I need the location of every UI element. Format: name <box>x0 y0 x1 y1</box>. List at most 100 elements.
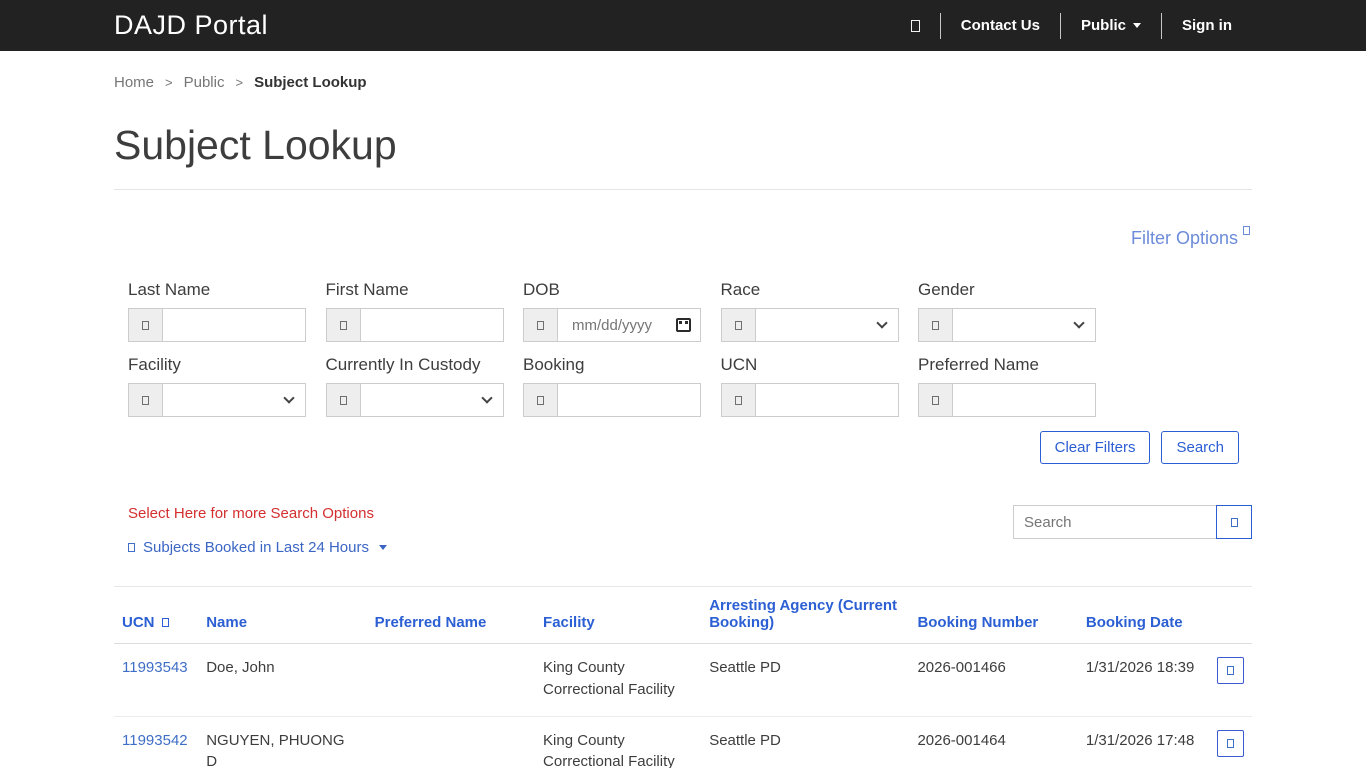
filter-options-label: Filter Options <box>1130 228 1238 248</box>
left-actions: Select Here for more Search Options Subj… <box>128 505 387 556</box>
field-label: UCN <box>720 355 758 374</box>
field-ucn: UCN <box>720 355 899 417</box>
chevron-down-icon <box>875 317 888 329</box>
navbar-search-button[interactable] <box>891 19 940 32</box>
sort-icon <box>161 618 169 627</box>
field-last-name: Last Name <box>128 280 306 342</box>
field-addon <box>523 308 557 342</box>
preferred-name-input[interactable] <box>952 383 1096 417</box>
breadcrumb-current: Subject Lookup <box>254 74 367 91</box>
cell-facility: King County Correctional Facility <box>543 659 675 698</box>
breadcrumb-separator: > <box>165 75 173 90</box>
cell-name: NGUYEN, PHUONG D <box>206 731 345 768</box>
chevron-down-icon <box>480 392 493 404</box>
results-search-button[interactable] <box>1216 505 1252 539</box>
table-row: 11993542 NGUYEN, PHUONG D King County Co… <box>114 716 1252 768</box>
details-icon <box>1226 738 1234 748</box>
chevron-down-icon <box>1073 317 1085 329</box>
last-name-input[interactable] <box>162 308 306 342</box>
results-table: UCN Name Preferred Name Facility Arresti… <box>114 586 1252 768</box>
breadcrumb: Home > Public > Subject Lookup <box>114 74 1252 91</box>
header-ucn-label: UCN <box>122 614 155 631</box>
filter-form: Last Name First Name DOB mm/dd/yyyy Race… <box>128 280 1096 417</box>
booking-input[interactable] <box>557 383 701 417</box>
facility-select[interactable] <box>162 383 306 417</box>
dob-input[interactable] <box>566 316 676 334</box>
more-search-options-link[interactable]: Select Here for more Search Options <box>128 505 387 522</box>
cell-preferred-name <box>367 716 535 768</box>
field-addon <box>325 383 360 417</box>
field-label: Booking <box>523 355 585 374</box>
cell-arresting-agency: Seattle PD <box>709 659 781 676</box>
field-preferred-name: Preferred Name <box>918 355 1096 417</box>
top-navbar: DAJD Portal Contact Us Public Sign in <box>0 0 1366 51</box>
cell-booking-number: 2026-001466 <box>917 659 1006 676</box>
ucn-input[interactable] <box>754 383 899 417</box>
field-label: Currently In Custody <box>325 355 481 374</box>
page-title: Subject Lookup <box>114 122 397 168</box>
header-facility[interactable]: Facility <box>535 587 701 644</box>
field-addon <box>325 308 360 342</box>
cell-arresting-agency: Seattle PD <box>709 731 781 749</box>
breadcrumb-public[interactable]: Public <box>184 74 225 91</box>
field-currently-in-custody: Currently In Custody <box>325 355 504 417</box>
breadcrumb-separator: > <box>235 75 244 90</box>
header-booking-number[interactable]: Booking Number <box>909 587 1077 644</box>
first-name-input[interactable] <box>359 308 504 342</box>
cell-booking-date: 1/31/2026 17:48 <box>1085 731 1195 749</box>
booked-last-24-hours-label: Subjects Booked in Last 24 Hours <box>143 539 369 556</box>
header-actions <box>1209 587 1252 644</box>
title-divider <box>114 189 1252 190</box>
ucn-link[interactable]: 11993543 <box>122 659 188 676</box>
header-preferred-name[interactable]: Preferred Name <box>367 587 535 644</box>
race-select[interactable] <box>754 308 899 342</box>
person-icon <box>339 320 347 330</box>
header-ucn[interactable]: UCN <box>114 587 198 644</box>
filter-options-toggle[interactable]: Filter Options <box>1130 226 1250 249</box>
field-addon <box>918 308 952 342</box>
field-label: Last Name <box>128 280 211 299</box>
field-dob: DOB <box>523 280 701 342</box>
clear-filters-button[interactable]: Clear Filters <box>1039 431 1151 464</box>
nav-public-dropdown[interactable]: Public <box>1061 17 1161 34</box>
field-addon <box>720 383 755 417</box>
results-search-input[interactable] <box>1013 505 1216 539</box>
cell-preferred-name <box>367 644 535 717</box>
breadcrumb-home[interactable]: Home <box>114 74 154 91</box>
cell-facility: King County Correctional Facility <box>543 731 675 768</box>
chevron-down-icon <box>283 392 295 404</box>
header-name[interactable]: Name <box>198 587 366 644</box>
filter-icon <box>1243 226 1250 235</box>
cell-booking-number: 2026-001464 <box>917 731 1006 749</box>
nav-sign-in[interactable]: Sign in <box>1162 17 1252 34</box>
ucn-link[interactable]: 11993542 <box>122 732 188 749</box>
search-icon <box>1230 517 1238 527</box>
person-icon <box>142 320 149 330</box>
chevron-down-icon <box>1133 23 1141 28</box>
currently-in-custody-select[interactable] <box>359 383 504 417</box>
building-icon <box>142 395 149 405</box>
lock-icon <box>339 395 347 405</box>
field-label: Facility <box>128 355 181 374</box>
tag-icon <box>932 320 939 330</box>
header-arresting-agency[interactable]: Arresting Agency (Current Booking) <box>701 587 909 644</box>
booked-last-24-hours-dropdown[interactable]: Subjects Booked in Last 24 Hours <box>128 539 387 556</box>
calendar-icon[interactable] <box>676 318 691 332</box>
field-addon <box>918 383 952 417</box>
field-gender: Gender <box>918 280 1096 342</box>
row-details-button[interactable] <box>1216 657 1244 684</box>
gender-select[interactable] <box>952 308 1096 342</box>
field-booking: Booking <box>523 355 701 417</box>
search-button[interactable]: Search <box>1161 431 1239 464</box>
field-addon <box>523 383 557 417</box>
row-details-button[interactable] <box>1216 729 1244 757</box>
field-label: First Name <box>325 280 409 299</box>
table-header-row: UCN Name Preferred Name Facility Arresti… <box>114 587 1252 644</box>
field-label: DOB <box>523 280 560 299</box>
brand-title[interactable]: DAJD Portal <box>114 10 268 41</box>
field-addon <box>128 383 162 417</box>
calendar-addon-icon <box>537 320 544 330</box>
header-booking-date[interactable]: Booking Date <box>1078 587 1209 644</box>
tag-icon <box>734 320 742 330</box>
nav-contact-us[interactable]: Contact Us <box>941 17 1060 34</box>
